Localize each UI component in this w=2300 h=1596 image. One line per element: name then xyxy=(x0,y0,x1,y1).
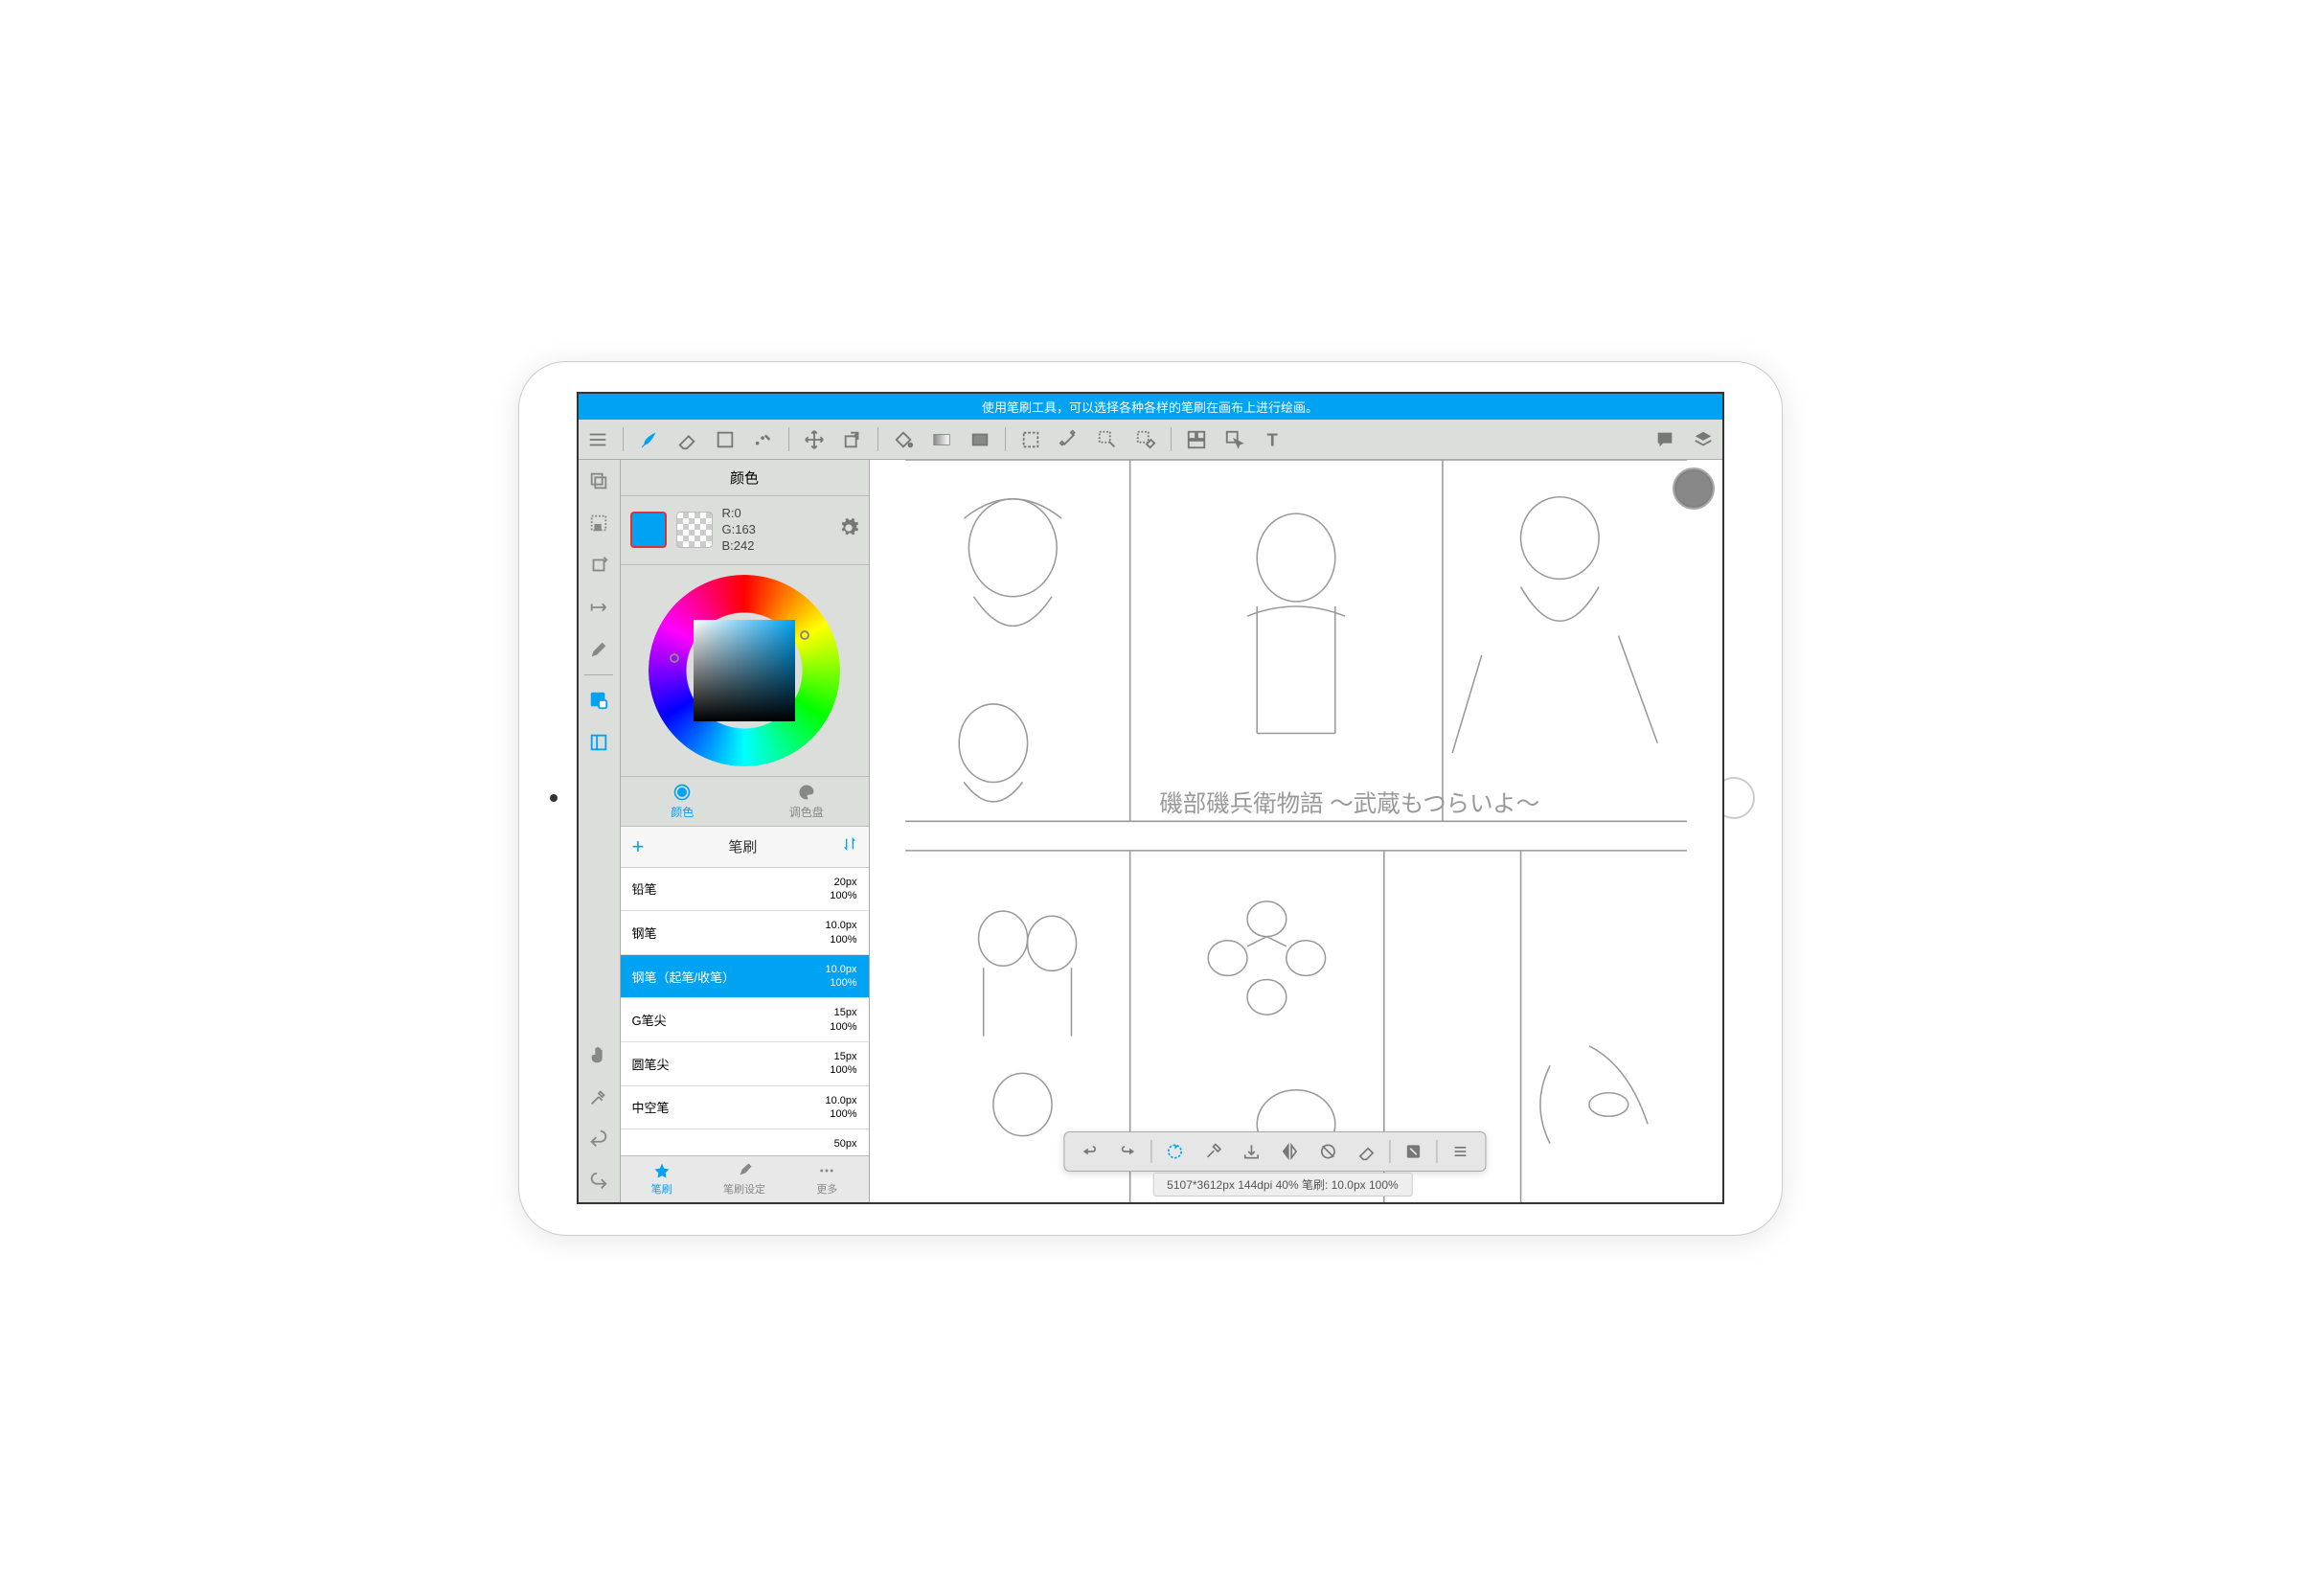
color-settings-icon[interactable] xyxy=(838,517,859,543)
rail-redo[interactable] xyxy=(579,1160,620,1202)
rail-eyedropper[interactable] xyxy=(579,1076,620,1118)
dot-brush-tool[interactable] xyxy=(744,420,783,459)
ft-clear[interactable] xyxy=(1347,1132,1385,1171)
side-rail xyxy=(579,460,621,1202)
canvas[interactable]: 磯部磯兵衛物語 ～武蔵もつらいよ～ xyxy=(870,460,1722,1202)
ft-rotate-reset[interactable] xyxy=(1155,1132,1194,1171)
svg-text:T: T xyxy=(1266,429,1277,449)
menu-button[interactable] xyxy=(579,420,617,459)
color-wheel[interactable] xyxy=(649,575,840,766)
shape-tool[interactable] xyxy=(706,420,744,459)
color-panel-title: 颜色 xyxy=(621,460,869,496)
select-eraser-tool[interactable] xyxy=(1127,420,1165,459)
brush-item[interactable]: 中空笔10.0px100% xyxy=(621,1086,869,1130)
sketch-content: 磯部磯兵衛物語 ～武蔵もつらいよ～ xyxy=(870,460,1722,1202)
ft-eyedropper[interactable] xyxy=(1194,1132,1232,1171)
brush-item[interactable]: G笔尖15px100% xyxy=(621,998,869,1042)
rail-color[interactable] xyxy=(579,679,620,721)
palette-tab[interactable]: 调色盘 xyxy=(744,777,869,826)
rgb-readout: R:0 G:163 B:242 xyxy=(722,506,756,555)
select-pen-tool[interactable] xyxy=(1088,420,1127,459)
transform-tool[interactable] xyxy=(833,420,872,459)
brush-list: 铅笔20px100%钢笔10.0px100%钢笔（起笔/收笔）10.0px100… xyxy=(621,868,869,1155)
comment-button[interactable] xyxy=(1646,420,1684,459)
ft-redo[interactable] xyxy=(1108,1132,1147,1171)
eraser-tool[interactable] xyxy=(668,420,706,459)
sort-brushes-button[interactable] xyxy=(842,836,857,856)
brush-item[interactable]: 圆笔尖15px100% xyxy=(621,1042,869,1086)
ft-menu[interactable] xyxy=(1441,1132,1479,1171)
primary-color-swatch[interactable] xyxy=(630,512,667,548)
status-bar: 5107*3612px 144dpi 40% 笔刷: 10.0px 100% xyxy=(1152,1173,1413,1197)
ft-fullscreen[interactable] xyxy=(1394,1132,1432,1171)
hint-bar: 使用笔刷工具，可以选择各种各样的笔刷在画布上进行绘画。 xyxy=(579,394,1722,420)
rail-undo[interactable] xyxy=(579,1118,620,1160)
rail-panel[interactable] xyxy=(579,721,620,764)
brush-item[interactable]: 钢笔10.0px100% xyxy=(621,911,869,955)
brush-item[interactable]: 铅笔20px100% xyxy=(621,868,869,912)
brush-item[interactable]: 50px xyxy=(621,1129,869,1155)
floating-toolbar xyxy=(1063,1131,1486,1172)
brush-settings-tab[interactable]: 笔刷设定 xyxy=(703,1156,786,1202)
text-tool[interactable]: T xyxy=(1254,420,1292,459)
rail-select[interactable] xyxy=(579,502,620,544)
more-tab[interactable]: 更多 xyxy=(786,1156,868,1202)
color-tab[interactable]: 颜色 xyxy=(621,777,745,826)
pointer-tool[interactable] xyxy=(1216,420,1254,459)
rail-pencil[interactable] xyxy=(579,628,620,671)
add-brush-button[interactable]: + xyxy=(632,834,645,859)
brush-tab[interactable]: 笔刷 xyxy=(621,1156,703,1202)
top-toolbar: T xyxy=(579,420,1722,460)
rail-hand[interactable] xyxy=(579,1034,620,1076)
layers-button[interactable] xyxy=(1684,420,1722,459)
ft-no-rotate[interactable] xyxy=(1309,1132,1347,1171)
ft-flip[interactable] xyxy=(1270,1132,1309,1171)
tool-panel: 颜色 R:0 G:163 B:242 xyxy=(621,460,870,1202)
rail-frames[interactable] xyxy=(579,460,620,502)
rail-ruler[interactable] xyxy=(579,586,620,628)
panel-fill-tool[interactable] xyxy=(961,420,999,459)
bucket-tool[interactable] xyxy=(884,420,922,459)
brush-item[interactable]: 钢笔（起笔/收笔）10.0px100% xyxy=(621,955,869,999)
marquee-tool[interactable] xyxy=(1012,420,1050,459)
rail-rotate[interactable] xyxy=(579,544,620,586)
background-color-swatch[interactable] xyxy=(676,512,713,548)
gradient-tool[interactable] xyxy=(922,420,961,459)
frame-tool[interactable] xyxy=(1177,420,1216,459)
ft-undo[interactable] xyxy=(1070,1132,1108,1171)
ft-save[interactable] xyxy=(1232,1132,1270,1171)
wand-tool[interactable] xyxy=(1050,420,1088,459)
brush-tool[interactable] xyxy=(629,420,668,459)
svg-text:磯部磯兵衛物語 ～武蔵もつらいよ～: 磯部磯兵衛物語 ～武蔵もつらいよ～ xyxy=(1159,790,1539,817)
brush-panel-title: 笔刷 xyxy=(728,836,757,856)
move-tool[interactable] xyxy=(795,420,833,459)
